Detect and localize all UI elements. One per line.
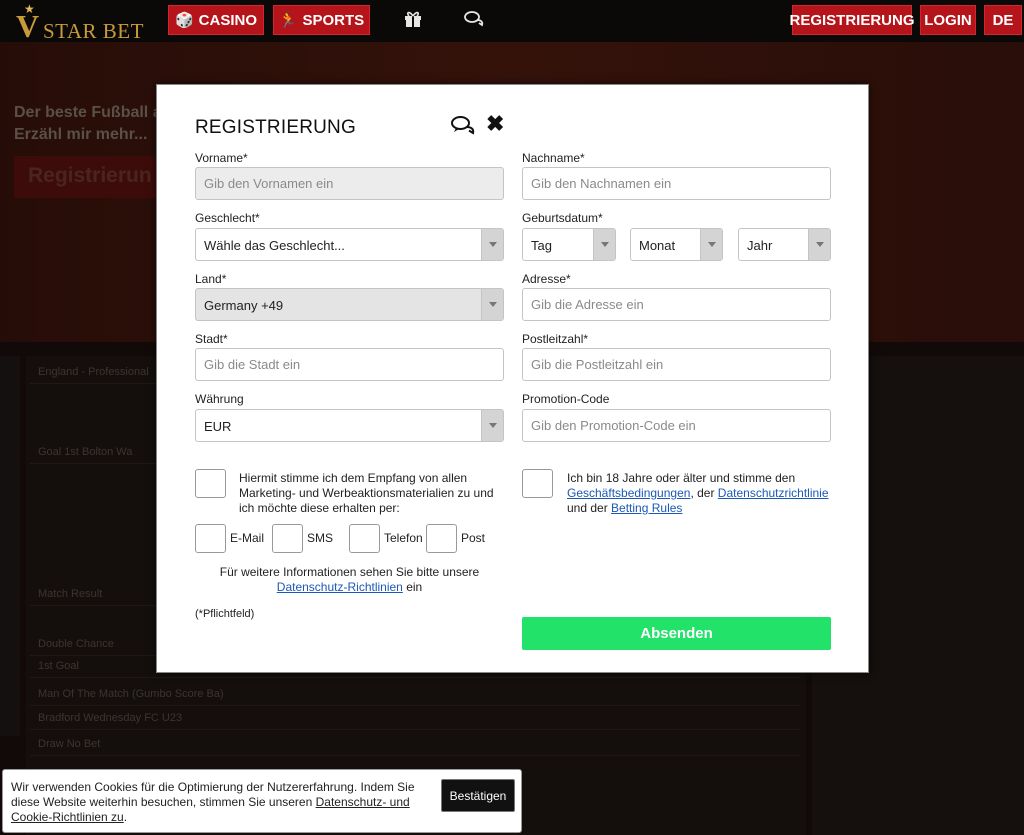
email-label: E-Mail (230, 531, 265, 545)
terms-text: Ich bin 18 Jahre oder älter und stimme d… (567, 471, 835, 516)
event-row: Man Of The Match (Gumbo Score Ba) (30, 684, 800, 706)
privacy-info-suffix: ein (406, 580, 423, 594)
privacy-info: Für weitere Informationen sehen Sie bitt… (195, 565, 504, 595)
stadt-input[interactable] (195, 348, 504, 381)
plz-input[interactable] (522, 348, 831, 381)
required-note: (*Pflichtfeld) (195, 608, 255, 620)
privacy-policy-link[interactable]: Datenschutz-Richtlinien (277, 580, 403, 594)
dice-icon: 🎲 (174, 12, 194, 29)
marketing-checkbox[interactable] (195, 469, 226, 498)
geburtsdatum-label: Geburtsdatum* (522, 211, 603, 225)
login-button[interactable]: LOGIN (920, 5, 976, 35)
close-icon[interactable]: ✖ (486, 113, 504, 135)
adresse-input[interactable] (522, 288, 831, 321)
marketing-text: Hiermit stimme ich dem Empfang von allen… (239, 471, 494, 515)
monat-value: Monat (639, 238, 676, 253)
email-checkbox[interactable] (195, 524, 226, 553)
cookie-banner: Wir verwenden Cookies für die Optimierun… (2, 769, 522, 833)
betting-rules-link[interactable]: Betting Rules (611, 501, 682, 515)
geschlecht-label: Geschlecht* (195, 211, 260, 225)
sports-label: SPORTS (302, 11, 365, 29)
land-label: Land* (195, 272, 227, 286)
modal-title: REGISTRIERUNG (195, 117, 356, 138)
casino-label: CASINO (198, 11, 258, 29)
submit-button[interactable]: Absenden (522, 617, 831, 650)
terms-part3: und der (567, 501, 608, 515)
chat-icon[interactable] (464, 10, 484, 32)
jahr-value: Jahr (747, 238, 773, 253)
hero-sub-line1: Der beste Fußball au (14, 104, 172, 121)
privacy-info-text: Für weitere Informationen sehen Sie bitt… (219, 565, 480, 579)
chevron-down-icon (700, 229, 722, 260)
waehrung-value: EUR (204, 419, 232, 434)
cookie-suffix: . (123, 810, 128, 824)
chevron-down-icon (481, 410, 503, 441)
cookie-accept-button[interactable]: Bestätigen (441, 779, 515, 812)
cookie-text: Wir verwenden Cookies für die Optimierun… (11, 780, 421, 825)
chevron-down-icon (481, 289, 503, 320)
chevron-down-icon (593, 229, 615, 260)
tag-select[interactable]: Tag (522, 228, 616, 261)
sports-button[interactable]: 🏃 SPORTS (273, 5, 370, 35)
top-navbar: ★ V STAR BET 🎲 CASINO 🏃 SPORTS REGISTRIE… (0, 0, 1024, 44)
terms-conditions-link[interactable]: Geschäftsbedingungen (567, 486, 690, 500)
sms-checkbox[interactable] (272, 524, 303, 553)
telefon-checkbox[interactable] (349, 524, 380, 553)
tag-value: Tag (531, 238, 552, 253)
chevron-down-icon (808, 229, 830, 260)
hero-sub-line2: Erzähl mir mehr... (14, 126, 148, 143)
terms-checkbox[interactable] (522, 469, 553, 498)
geschlecht-value: Wähle das Geschlecht... (204, 238, 345, 253)
land-select[interactable]: Germany +49 (195, 288, 504, 321)
promo-input[interactable] (522, 409, 831, 442)
gift-icon[interactable] (404, 10, 422, 32)
post-checkbox[interactable] (426, 524, 457, 553)
waehrung-label: Währung (195, 392, 244, 406)
casino-button[interactable]: 🎲 CASINO (168, 5, 264, 35)
logo-letter: V (16, 8, 40, 44)
runner-icon: 🏃 (278, 12, 298, 29)
sports-sidebar (0, 356, 20, 736)
chevron-down-icon (481, 229, 503, 260)
telefon-label: Telefon (384, 531, 423, 545)
promo-label: Promotion-Code (522, 392, 610, 406)
language-button[interactable]: DE (984, 5, 1022, 35)
vorname-label: Vorname* (195, 151, 248, 165)
nachname-input[interactable] (522, 167, 831, 200)
privacy-link[interactable]: Datenschutzrichtlinie (718, 486, 829, 500)
land-value: Germany +49 (204, 298, 284, 313)
hero-register-button: Registrierun (14, 156, 164, 198)
register-button[interactable]: REGISTRIERUNG (790, 5, 915, 35)
hero-subtitle: Der beste Fußball au Erzähl mir mehr... (14, 102, 171, 146)
adresse-label: Adresse* (522, 272, 571, 286)
nachname-label: Nachname* (522, 151, 585, 165)
geschlecht-select[interactable]: Wähle das Geschlecht... (195, 228, 504, 261)
starbet-logo[interactable]: ★ V STAR BET (16, 2, 146, 44)
plz-label: Postleitzahl* (522, 332, 589, 346)
terms-part2: , der (690, 486, 715, 500)
registration-modal: REGISTRIERUNG ✖ Vorname* Nachname* Gesch… (156, 84, 869, 673)
event-row: Draw No Bet (30, 734, 800, 756)
event-row: Bradford Wednesday FC U23 (30, 708, 800, 730)
terms-part1: Ich bin 18 Jahre oder älter und stimme d… (567, 471, 796, 485)
post-label: Post (461, 531, 486, 545)
waehrung-select[interactable]: EUR (195, 409, 504, 442)
monat-select[interactable]: Monat (630, 228, 723, 261)
vorname-input[interactable] (195, 167, 504, 200)
sms-label: SMS (307, 531, 334, 545)
logo-text: STAR BET (43, 19, 144, 43)
stadt-label: Stadt* (195, 332, 228, 346)
chat-icon[interactable] (451, 115, 475, 137)
jahr-select[interactable]: Jahr (738, 228, 831, 261)
